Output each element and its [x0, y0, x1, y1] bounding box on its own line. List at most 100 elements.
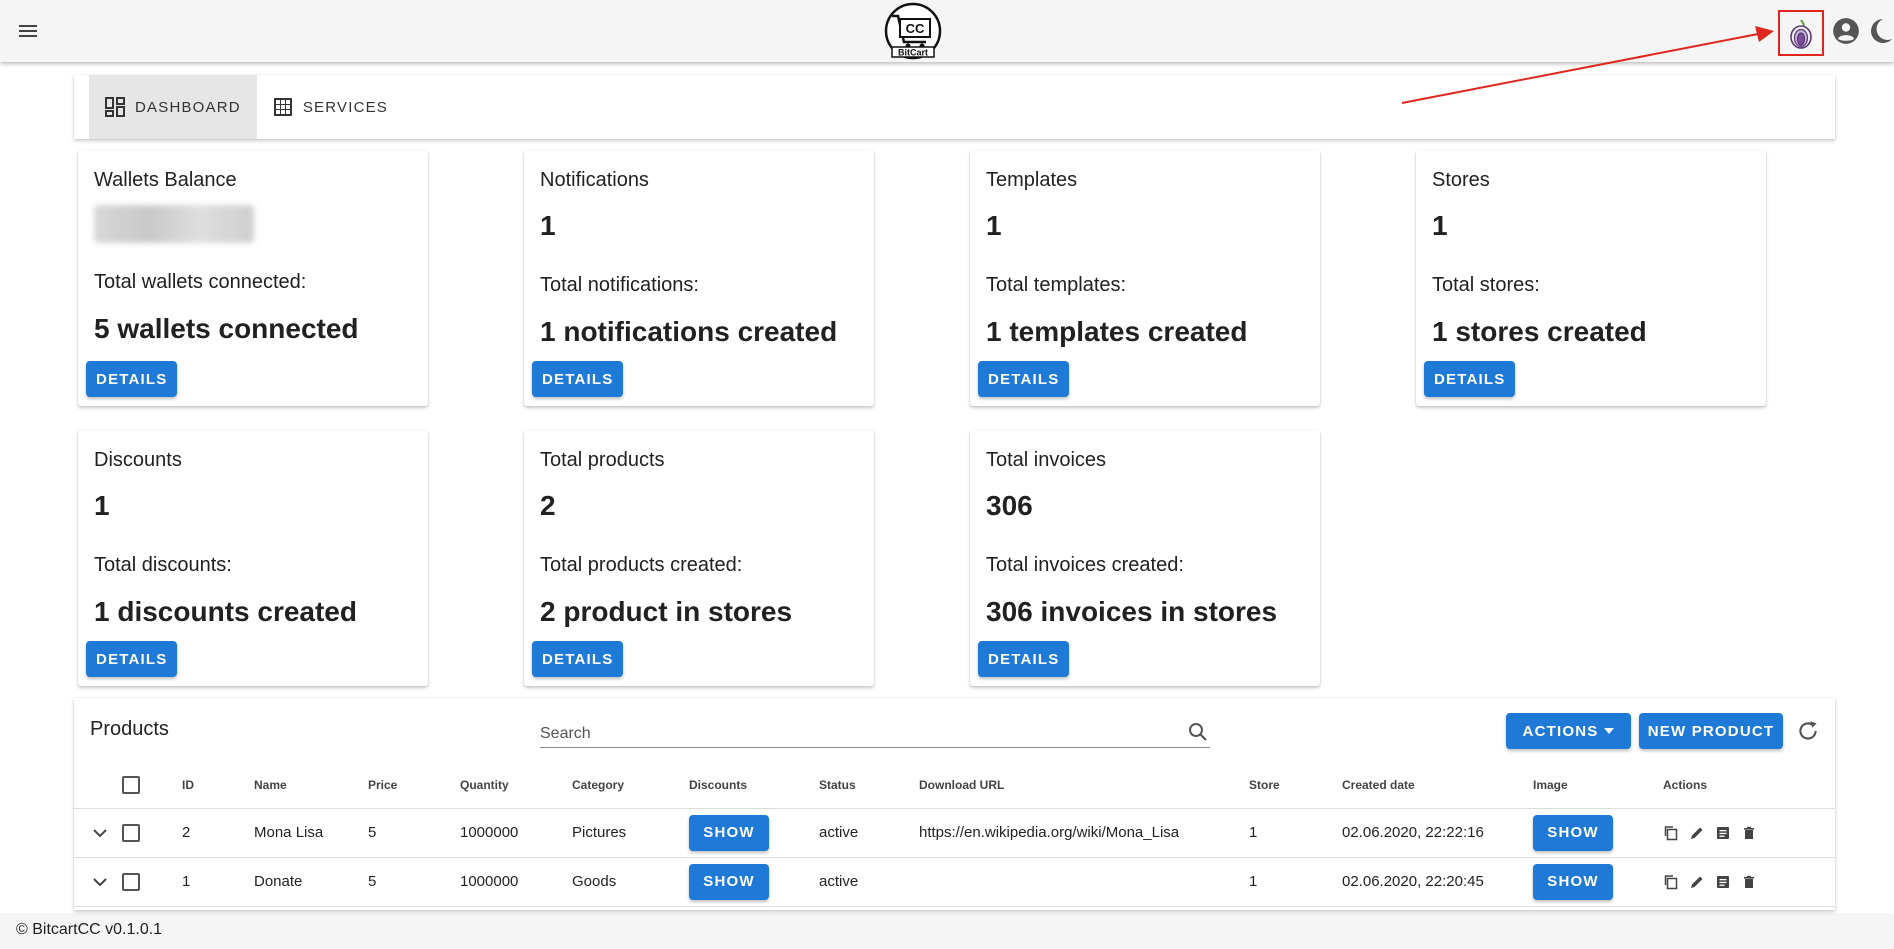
- col-discounts[interactable]: Discounts: [689, 762, 819, 809]
- show-image-button[interactable]: SHOW: [1533, 863, 1613, 900]
- col-actions: Actions: [1663, 762, 1835, 809]
- col-status[interactable]: Status: [819, 762, 919, 809]
- cell-id: 2: [182, 808, 254, 858]
- details-button[interactable]: DETAILS: [532, 641, 624, 677]
- dashboard-icon: [105, 97, 125, 117]
- account-circle-icon[interactable]: [1832, 17, 1860, 45]
- details-icon[interactable]: [1715, 825, 1731, 841]
- table-row: 1 Donate 5 1000000 Goods SHOW active 1 0…: [74, 857, 1835, 907]
- table-row: 2 Mona Lisa 5 1000000 Pictures SHOW acti…: [74, 808, 1835, 858]
- tab-services[interactable]: SERVICES: [257, 75, 404, 139]
- chevron-down-icon[interactable]: [88, 821, 112, 845]
- products-title: Products: [90, 718, 169, 740]
- col-price[interactable]: Price: [368, 762, 460, 809]
- card-value: 2: [540, 490, 556, 521]
- edit-icon[interactable]: [1689, 874, 1705, 890]
- caret-down-icon: [1604, 728, 1615, 734]
- row-actions: [1663, 825, 1835, 841]
- tor-onion-icon: [1790, 19, 1812, 49]
- actions-label: ACTIONS: [1522, 722, 1599, 740]
- card-value: 1: [1432, 210, 1448, 241]
- search-field: [540, 714, 1210, 748]
- details-button[interactable]: DETAILS: [978, 361, 1070, 397]
- row-checkbox[interactable]: [122, 823, 140, 842]
- card-summary: 306 invoices in stores: [986, 596, 1278, 627]
- col-name[interactable]: Name: [254, 762, 368, 809]
- cell-quantity: 1000000: [460, 857, 572, 907]
- card-discounts: Discounts 1 Total discounts: 1 discounts…: [78, 430, 428, 686]
- col-download-url[interactable]: Download URL: [919, 762, 1249, 809]
- logo-text-bitcart: BitCart: [898, 48, 928, 58]
- cell-download-url: https://en.wikipedia.org/wiki/Mona_Lisa: [919, 808, 1249, 858]
- card-title: Notifications: [540, 169, 649, 191]
- cell-download-url: [919, 857, 1249, 907]
- card-stores: Stores 1 Total stores: 1 stores created …: [1416, 150, 1766, 406]
- new-product-button[interactable]: NEW PRODUCT: [1639, 713, 1783, 749]
- tab-bar: DASHBOARD SERVICES: [74, 75, 1835, 139]
- card-summary: 1 stores created: [1432, 316, 1647, 347]
- card-summary: 5 wallets connected: [94, 313, 359, 344]
- cell-category: Pictures: [572, 808, 689, 858]
- card-notifications: Notifications 1 Total notifications: 1 n…: [524, 150, 874, 406]
- col-created-date[interactable]: Created date: [1342, 762, 1533, 809]
- edit-icon[interactable]: [1689, 825, 1705, 841]
- details-button[interactable]: DETAILS: [532, 361, 624, 397]
- show-discounts-button[interactable]: SHOW: [689, 814, 769, 851]
- products-table: ID Name Price Quantity Category Discount…: [74, 762, 1835, 907]
- card-value: 1: [986, 210, 1002, 241]
- card-subtitle: Total notifications:: [540, 274, 699, 296]
- row-checkbox[interactable]: [122, 872, 140, 891]
- copy-icon[interactable]: [1663, 825, 1679, 841]
- cell-created-date: 02.06.2020, 22:22:16: [1342, 808, 1533, 858]
- bitcart-logo[interactable]: CC BitCart: [882, 2, 944, 60]
- col-store[interactable]: Store: [1249, 762, 1342, 809]
- card-wallets: Wallets Balance Total wallets connected:…: [78, 150, 428, 406]
- cell-quantity: 1000000: [460, 808, 572, 858]
- grid-icon: [273, 98, 292, 116]
- cell-status: active: [819, 808, 919, 858]
- card-subtitle: Total templates:: [986, 274, 1127, 296]
- tab-dashboard-label: DASHBOARD: [135, 98, 241, 116]
- cell-status: active: [819, 857, 919, 907]
- row-actions: [1663, 874, 1835, 890]
- card-templates: Templates 1 Total templates: 1 templates…: [970, 150, 1320, 406]
- col-category[interactable]: Category: [572, 762, 689, 809]
- search-icon[interactable]: [1186, 720, 1210, 744]
- card-title: Templates: [986, 169, 1078, 191]
- card-products: Total products 2 Total products created:…: [524, 430, 874, 686]
- delete-icon[interactable]: [1741, 825, 1757, 841]
- cell-name: Mona Lisa: [254, 808, 368, 858]
- moon-icon[interactable]: [1866, 17, 1894, 45]
- menu-icon[interactable]: [16, 19, 40, 43]
- details-icon[interactable]: [1715, 874, 1731, 890]
- show-discounts-button[interactable]: SHOW: [689, 863, 769, 900]
- show-image-button[interactable]: SHOW: [1533, 814, 1613, 851]
- chevron-down-icon[interactable]: [88, 870, 112, 894]
- details-button[interactable]: DETAILS: [86, 641, 178, 677]
- tab-dashboard[interactable]: DASHBOARD: [89, 75, 257, 139]
- card-title: Total products: [540, 449, 665, 471]
- delete-icon[interactable]: [1741, 874, 1757, 890]
- col-id[interactable]: ID: [182, 762, 254, 809]
- details-button[interactable]: DETAILS: [86, 361, 178, 397]
- cell-store: 1: [1249, 808, 1342, 858]
- tor-toggle-button[interactable]: [1778, 10, 1824, 56]
- details-button[interactable]: DETAILS: [978, 641, 1070, 677]
- cell-id: 1: [182, 857, 254, 907]
- search-input[interactable]: [540, 714, 1160, 746]
- card-subtitle: Total discounts:: [94, 554, 232, 576]
- cell-store: 1: [1249, 857, 1342, 907]
- col-quantity[interactable]: Quantity: [460, 762, 572, 809]
- refresh-icon[interactable]: [1795, 718, 1821, 744]
- footer: © BitcartCC v0.1.0.1: [0, 915, 1894, 949]
- copy-icon[interactable]: [1663, 874, 1679, 890]
- actions-button[interactable]: ACTIONS: [1506, 713, 1631, 749]
- card-title: Stores: [1432, 169, 1490, 191]
- select-all-checkbox[interactable]: [122, 775, 140, 794]
- card-summary: 2 product in stores: [540, 596, 793, 627]
- details-button[interactable]: DETAILS: [1424, 361, 1516, 397]
- card-value: 1: [94, 490, 110, 521]
- card-subtitle: Total stores:: [1432, 274, 1540, 296]
- col-image[interactable]: Image: [1533, 762, 1663, 809]
- card-subtitle: Total products created:: [540, 554, 743, 576]
